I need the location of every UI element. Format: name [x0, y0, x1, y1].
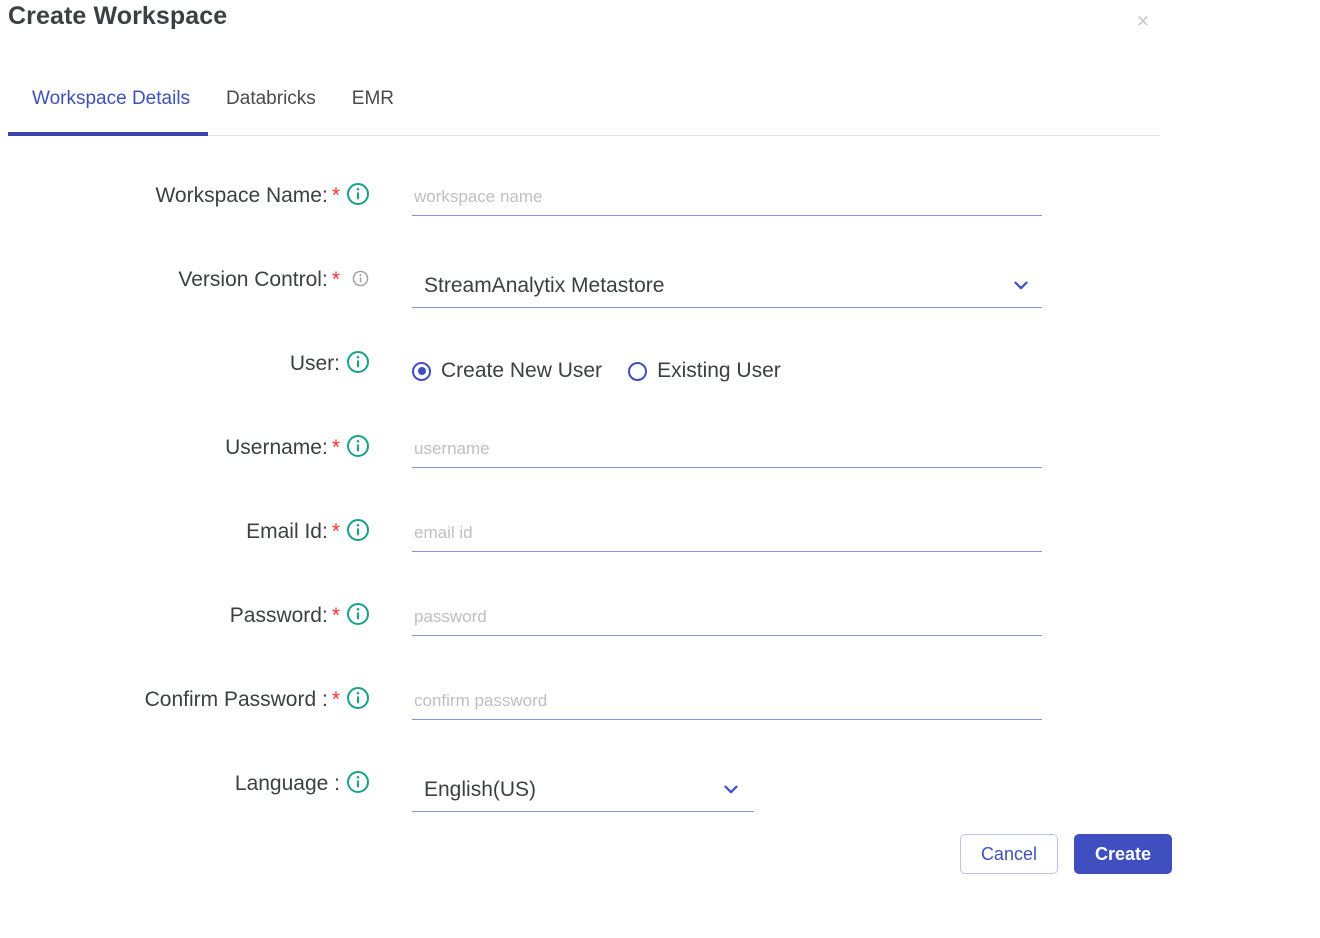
email-id-field-cell [412, 516, 1042, 552]
info-icon[interactable] [346, 770, 370, 794]
language-label: Language : [0, 772, 340, 796]
form-row-email-id: Email Id: * [0, 504, 1180, 588]
info-icon[interactable] [346, 434, 370, 458]
version-control-selected-value: StreamAnalytix Metastore [424, 273, 665, 297]
cancel-button[interactable]: Cancel [959, 834, 1058, 874]
form-row-user: User: Create New User Existing User [0, 336, 1180, 420]
confirm-password-label-text: Confirm Password : [144, 688, 328, 711]
create-button[interactable]: Create [1073, 834, 1172, 874]
version-control-select[interactable]: StreamAnalytix Metastore [412, 264, 1042, 308]
radio-mark [412, 361, 431, 381]
password-label-text: Password: [229, 604, 328, 627]
confirm-password-label: Confirm Password : * [0, 688, 340, 712]
info-icon[interactable] [346, 602, 370, 626]
info-icon[interactable] [346, 686, 370, 710]
password-label: Password: * [0, 604, 340, 628]
workspace-name-field-cell [412, 180, 1042, 216]
form-row-confirm-password: Confirm Password : * [0, 672, 1180, 756]
username-field [412, 432, 1042, 468]
radio-existing-user[interactable]: Existing User [628, 359, 781, 383]
language-selected-value: English(US) [424, 777, 537, 801]
info-icon[interactable] [346, 182, 370, 206]
version-control-label: Version Control: * [0, 268, 340, 292]
username-label-text: Username: [225, 436, 328, 459]
radio-mark [628, 361, 648, 381]
tab-bar: Workspace Details Databricks EMR [8, 88, 1160, 136]
workspace-name-label: Workspace Name: * [0, 184, 340, 208]
tab-workspace-details[interactable]: Workspace Details [8, 88, 209, 136]
workspace-name-field [412, 180, 1042, 216]
version-control-label-text: Version Control: [178, 268, 328, 291]
radio-label: Existing User [657, 359, 781, 382]
radio-label: Create New User [441, 359, 603, 382]
email-id-label-text: Email Id: [246, 520, 328, 543]
email-id-input[interactable] [412, 516, 1042, 552]
form-row-workspace-name: Workspace Name: * [0, 168, 1180, 252]
confirm-password-field-cell [412, 684, 1042, 720]
username-input[interactable] [412, 432, 1042, 468]
language-select[interactable]: English(US) [412, 768, 754, 812]
required-asterisk: * [331, 268, 340, 291]
user-label-text: User: [289, 352, 340, 375]
dialog-footer: Cancel Create [0, 834, 1180, 874]
required-asterisk: * [331, 184, 340, 207]
form-row-username: Username: * [0, 420, 1180, 504]
user-type-radio-group: Create New User Existing User [412, 348, 781, 392]
username-label: Username: * [0, 436, 340, 460]
required-asterisk: * [331, 688, 340, 711]
info-icon[interactable] [352, 270, 369, 287]
chevron-down-icon [720, 778, 742, 800]
required-asterisk: * [331, 604, 340, 627]
required-asterisk: * [331, 520, 340, 543]
email-id-label: Email Id: * [0, 520, 340, 544]
language-label-text: Language : [234, 772, 340, 795]
create-workspace-dialog: Create Workspace × Workspace Details Dat… [0, 0, 1320, 938]
email-id-field [412, 516, 1042, 552]
required-asterisk: * [331, 436, 340, 459]
language-field-cell: English(US) [412, 768, 754, 812]
password-field-cell [412, 600, 1042, 636]
tab-databricks[interactable]: Databricks [208, 88, 334, 134]
workspace-details-form: Workspace Name:* Version Control:* Strea [0, 168, 1180, 840]
close-icon[interactable]: × [1128, 6, 1158, 36]
chevron-down-icon [1010, 274, 1032, 296]
confirm-password-input[interactable] [412, 684, 1042, 720]
tab-emr[interactable]: EMR [334, 88, 412, 134]
info-icon[interactable] [346, 518, 370, 542]
version-control-field-cell: StreamAnalytix Metastore [412, 264, 1042, 308]
info-icon[interactable] [346, 350, 370, 374]
radio-create-new-user[interactable]: Create New User [412, 359, 602, 383]
password-input[interactable] [412, 600, 1042, 636]
page-title: Create Workspace [8, 2, 228, 30]
workspace-name-label-text: Workspace Name: [155, 184, 328, 207]
confirm-password-field [412, 684, 1042, 720]
form-row-language: Language : English(US) [0, 756, 1180, 840]
workspace-name-input[interactable] [412, 180, 1042, 216]
username-field-cell [412, 432, 1042, 468]
user-field-cell: Create New User Existing User [412, 348, 781, 392]
form-row-version-control: Version Control: * StreamAnalytix Metasto… [0, 252, 1180, 336]
password-field [412, 600, 1042, 636]
form-row-password: Password: * [0, 588, 1180, 672]
user-label: User: [0, 352, 340, 376]
